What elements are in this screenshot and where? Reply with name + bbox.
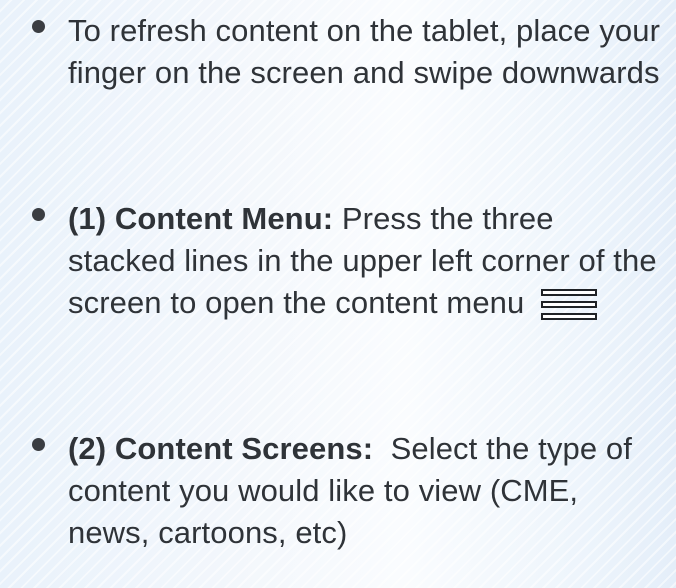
bullet-text: To refresh content on the tablet, place … (68, 10, 668, 94)
bullet-text: (2) Content Screens: Select the type of … (68, 428, 668, 554)
bullet-heading: (1) Content Menu: (68, 201, 334, 236)
bullet-point-icon (32, 20, 45, 33)
bullet-heading: (2) Content Screens: (68, 431, 374, 466)
hamburger-menu-icon (541, 289, 605, 323)
menu-line (541, 313, 598, 320)
slide-content: To refresh content on the tablet, place … (0, 0, 676, 588)
menu-line (541, 289, 598, 296)
bullet-text: (1) Content Menu: Press the three stacke… (68, 198, 668, 324)
menu-line (541, 301, 598, 308)
bullet-point-icon (32, 208, 45, 221)
bullet-point-icon (32, 438, 45, 451)
bullet-body: To refresh content on the tablet, place … (68, 13, 661, 90)
